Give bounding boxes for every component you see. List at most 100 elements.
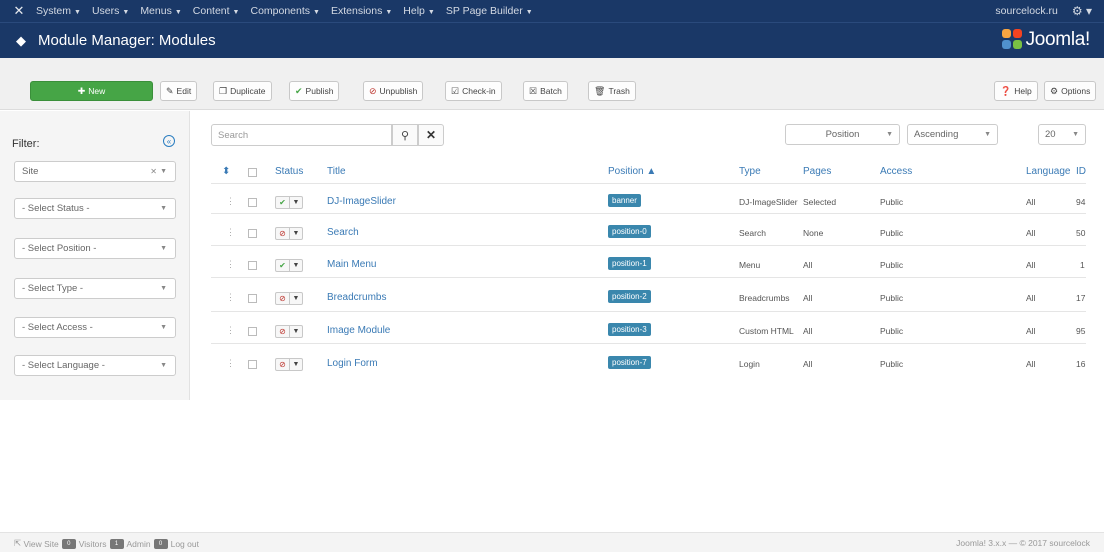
menu-content[interactable]: Content ▼ (193, 5, 240, 17)
select-all-checkbox[interactable] (248, 168, 257, 177)
column-pages[interactable]: Pages (803, 166, 831, 177)
row-checkbox[interactable] (248, 198, 257, 207)
ordering-sort-icon[interactable]: ⬍ (222, 166, 230, 177)
row-checkbox[interactable] (248, 229, 257, 238)
search-input[interactable]: Search (211, 124, 392, 146)
top-navbar: ✕ System ▼ Users ▼ Menus ▼ Content ▼ Compone… (0, 0, 1104, 22)
menu-extensions[interactable]: Extensions ▼ (331, 5, 392, 17)
unpublished-icon[interactable]: ⊘ (275, 292, 290, 305)
collapse-sidebar-icon[interactable]: « (163, 135, 175, 147)
column-language[interactable]: Language (1026, 166, 1071, 177)
drag-handle-icon[interactable]: ⋮ (226, 358, 235, 369)
menu-users[interactable]: Users ▼ (92, 5, 129, 17)
module-title-link[interactable]: Main Menu (327, 259, 376, 270)
filter-position-select[interactable]: - Select Position - ▼ (14, 238, 176, 259)
filter-type-select[interactable]: - Select Type - ▼ (14, 278, 176, 299)
module-title-link[interactable]: DJ-ImageSlider (327, 196, 396, 207)
filter-language-select[interactable]: - Select Language - ▼ (14, 355, 176, 376)
unpublished-icon[interactable]: ⊘ (275, 227, 290, 240)
options-button-label: Options (1061, 86, 1091, 96)
messages-count-icon: 0 (153, 538, 168, 549)
row-checkbox[interactable] (248, 360, 257, 369)
checkin-button[interactable]: ☑ Check-in (445, 81, 502, 101)
chevron-down-icon[interactable]: ▼ (290, 358, 303, 371)
user-gear-icon[interactable]: ⚙ ▾ (1072, 4, 1092, 18)
menu-help[interactable]: Help ▼ (403, 5, 435, 17)
new-button-label: New (88, 86, 106, 96)
menu-help-label: Help (403, 5, 425, 17)
unpublish-button[interactable]: ⊘ Unpublish (363, 81, 424, 101)
trash-icon: 🗑 (594, 85, 606, 96)
menu-menus[interactable]: Menus ▼ (140, 5, 181, 17)
menu-system[interactable]: System ▼ (36, 5, 81, 17)
sort-asc-icon: ▲ (646, 166, 657, 177)
site-user-link[interactable]: sourcelock.ru (995, 5, 1057, 17)
chevron-down-icon[interactable]: ▼ (290, 227, 303, 240)
publish-button[interactable]: ✔ Publish (289, 81, 340, 101)
drag-handle-icon[interactable]: ⋮ (226, 292, 235, 303)
column-access[interactable]: Access (880, 166, 912, 177)
drag-handle-icon[interactable]: ⋮ (226, 227, 235, 238)
status-toggle[interactable]: ⊘ ▼ (275, 358, 303, 371)
edit-button[interactable]: ✎ Edit (160, 81, 198, 101)
chevron-down-icon[interactable]: ▼ (290, 196, 303, 209)
status-toggle[interactable]: ✔ ▼ (275, 196, 303, 209)
sort-direction-select[interactable]: Ascending ▼ (907, 124, 998, 145)
column-type[interactable]: Type (739, 166, 761, 177)
unpublished-icon[interactable]: ⊘ (275, 325, 290, 338)
module-title-link[interactable]: Search (327, 227, 359, 238)
module-type: Custom HTML (739, 326, 794, 336)
status-toggle[interactable]: ✔ ▼ (275, 259, 303, 272)
filter-status-select[interactable]: - Select Status - ▼ (14, 198, 176, 219)
column-title[interactable]: Title (327, 166, 346, 177)
module-title-link[interactable]: Login Form (327, 358, 378, 369)
batch-button[interactable]: ☒ Batch (523, 81, 568, 101)
view-site-link[interactable]: View Site (24, 539, 59, 549)
new-button[interactable]: ✚ New (30, 81, 153, 101)
column-status[interactable]: Status (275, 166, 303, 177)
logout-link[interactable]: Log out (171, 539, 199, 549)
menu-components[interactable]: Components ▼ (250, 5, 319, 17)
filter-client-select[interactable]: Site ✕ ▼ (14, 161, 176, 182)
column-id[interactable]: ID (1076, 166, 1086, 177)
visitors-count-icon: 0 (61, 538, 76, 549)
trash-button[interactable]: 🗑 Trash (588, 81, 636, 101)
unpublished-icon[interactable]: ⊘ (275, 358, 290, 371)
drag-handle-icon[interactable]: ⋮ (226, 325, 235, 336)
options-button[interactable]: ⚙ Options (1044, 81, 1097, 101)
admin-label: Admin (126, 538, 151, 549)
published-icon[interactable]: ✔ (275, 196, 290, 209)
clear-search-button[interactable]: ✕ (418, 124, 444, 146)
module-title-link[interactable]: Image Module (327, 325, 390, 336)
chevron-down-icon[interactable]: ▼ (290, 325, 303, 338)
menu-sp-page-builder[interactable]: SP Page Builder ▼ (446, 5, 533, 17)
clear-icon[interactable]: ✕ (150, 167, 157, 176)
help-button[interactable]: ❓ Help (994, 81, 1038, 101)
chevron-down-icon[interactable]: ▼ (290, 259, 303, 272)
status-toggle[interactable]: ⊘ ▼ (275, 227, 303, 240)
drag-handle-icon[interactable]: ⋮ (226, 196, 235, 207)
footer-links: ⇱ View Site 0 Visitors 1 Admin 0 Log out (14, 538, 199, 549)
chevron-down-icon[interactable]: ▼ (290, 292, 303, 305)
row-divider (211, 343, 1086, 344)
module-language: All (1026, 293, 1036, 303)
duplicate-button[interactable]: ❐ Duplicate (213, 81, 272, 101)
row-checkbox[interactable] (248, 261, 257, 270)
module-type: Search (739, 228, 766, 238)
drag-handle-icon[interactable]: ⋮ (226, 259, 235, 270)
row-checkbox[interactable] (248, 327, 257, 336)
chevron-down-icon: ▼ (984, 131, 991, 138)
sort-field-select[interactable]: Position ▼ (785, 124, 900, 145)
list-limit-select[interactable]: 20 ▼ (1038, 124, 1086, 145)
joomla-menu-icon[interactable]: ✕ (8, 0, 30, 22)
row-checkbox[interactable] (248, 294, 257, 303)
module-id: 95 (1076, 326, 1086, 336)
published-icon[interactable]: ✔ (275, 259, 290, 272)
module-title-link[interactable]: Breadcrumbs (327, 292, 386, 303)
search-button[interactable]: ⚲ (392, 124, 418, 146)
status-toggle[interactable]: ⊘ ▼ (275, 325, 303, 338)
nav-right: sourcelock.ru ⚙ ▾ (995, 0, 1092, 22)
filter-access-select[interactable]: - Select Access - ▼ (14, 317, 176, 338)
column-position[interactable]: Position ▲ (608, 166, 656, 177)
status-toggle[interactable]: ⊘ ▼ (275, 292, 303, 305)
